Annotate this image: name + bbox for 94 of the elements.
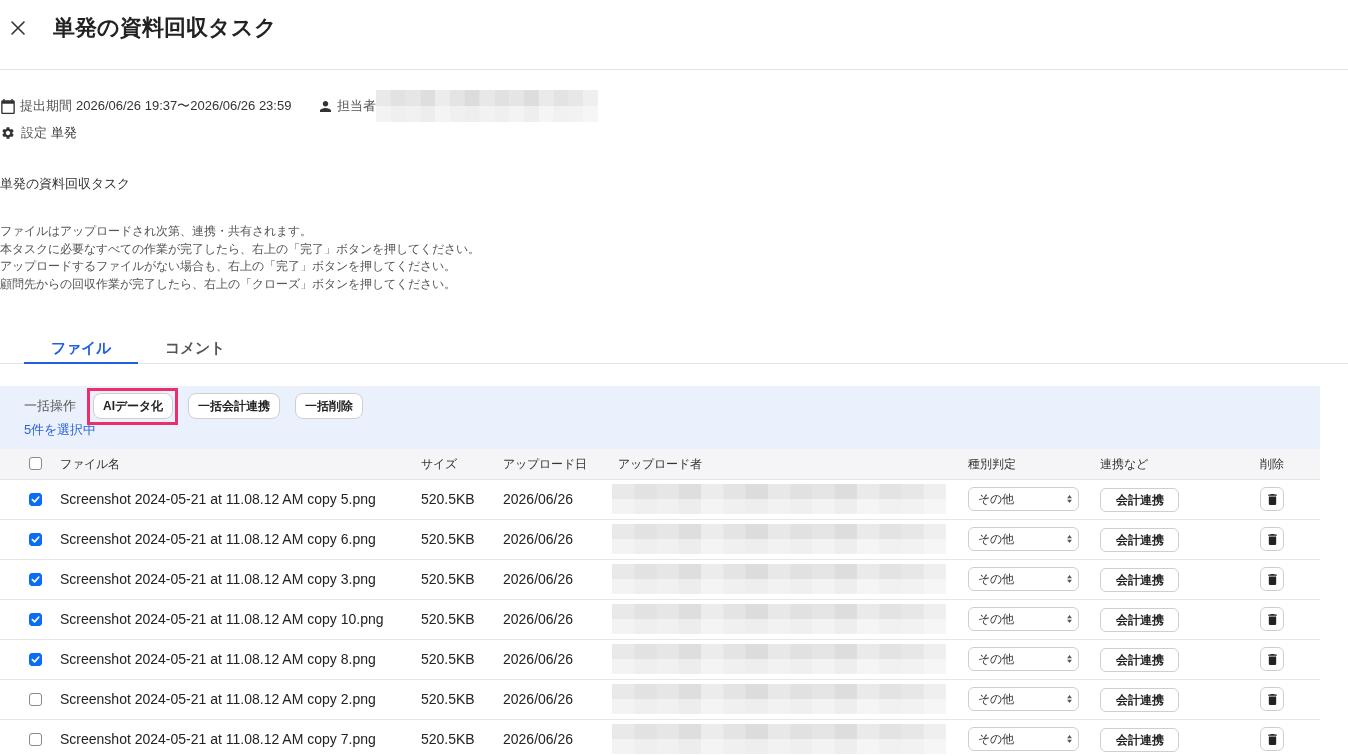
delete-button[interactable]: [1260, 567, 1284, 592]
trash-icon: [1267, 693, 1277, 705]
assignee-label: 担当者: [337, 97, 377, 116]
note-line: 顧問先からの回収作業が完了したら、右上の「クローズ」ボタンを押してください。: [0, 276, 456, 294]
delete-button[interactable]: [1260, 487, 1284, 512]
select-arrows-icon: [1067, 575, 1072, 584]
row-checkbox[interactable]: [29, 732, 42, 746]
delete-button[interactable]: [1260, 647, 1284, 672]
file-name: Screenshot 2024-05-21 at 11.08.12 AM copy 8.png: [60, 649, 376, 669]
setting-label: 設定: [21, 124, 47, 143]
kind-select[interactable]: その他: [968, 687, 1079, 712]
person-icon: [320, 100, 332, 112]
select-arrows-icon: [1067, 695, 1072, 704]
kind-select[interactable]: その他: [968, 607, 1079, 632]
delete-button[interactable]: [1260, 607, 1284, 632]
select-arrows-icon: [1067, 735, 1072, 744]
upload-date: 2026/06/26: [503, 569, 574, 589]
file-name: Screenshot 2024-05-21 at 11.08.12 AM copy 2.png: [60, 689, 376, 709]
trash-icon: [1267, 733, 1277, 745]
file-size: 520.5KB: [421, 729, 475, 749]
column-header: 連携など: [1100, 455, 1148, 473]
accounting-link-button[interactable]: 会計連携: [1100, 727, 1179, 752]
column-header: サイズ: [421, 455, 457, 473]
accounting-link-button[interactable]: 会計連携: [1100, 687, 1179, 712]
kind-select[interactable]: その他: [968, 727, 1079, 752]
upload-date: 2026/06/26: [503, 649, 574, 669]
row-checkbox[interactable]: [29, 652, 42, 666]
calendar-icon: [1, 98, 15, 114]
page-title: 単発の資料回収タスク: [53, 14, 277, 42]
kind-select[interactable]: その他: [968, 647, 1079, 672]
column-header: 削除: [1260, 455, 1284, 473]
bulk-action-button[interactable]: 一括削除: [295, 392, 363, 419]
row-checkbox[interactable]: [29, 572, 42, 586]
file-name: Screenshot 2024-05-21 at 11.08.12 AM copy 7.png: [60, 729, 376, 749]
file-name: Screenshot 2024-05-21 at 11.08.12 AM copy 10.png: [60, 609, 384, 629]
period-label: 提出期間: [20, 97, 72, 116]
trash-icon: [1267, 653, 1277, 665]
note-line: ファイルはアップロードされ次第、連携・共有されます。: [0, 223, 312, 240]
tab[interactable]: ファイル: [24, 323, 138, 364]
delete-button[interactable]: [1260, 727, 1284, 752]
row-checkbox[interactable]: [29, 532, 42, 546]
select-arrows-icon: [1067, 615, 1072, 624]
upload-date: 2026/06/26: [503, 529, 574, 549]
trash-icon: [1267, 613, 1277, 625]
file-name: Screenshot 2024-05-21 at 11.08.12 AM copy 3.png: [60, 569, 376, 589]
column-header: 種別判定: [968, 455, 1016, 473]
select-arrows-icon: [1067, 655, 1072, 664]
row-checkbox[interactable]: [29, 492, 42, 506]
file-size: 520.5KB: [421, 689, 475, 709]
kind-select[interactable]: その他: [968, 487, 1079, 512]
note-line: アップロードするファイルがない場合も、右上の「完了」ボタンを押してください。: [0, 258, 456, 276]
file-name: Screenshot 2024-05-21 at 11.08.12 AM copy 6.png: [60, 529, 376, 549]
tab[interactable]: コメント: [138, 323, 252, 364]
accounting-link-button[interactable]: 会計連携: [1100, 567, 1179, 592]
kind-select[interactable]: その他: [968, 527, 1079, 552]
task-description: 単発の資料回収タスク: [0, 175, 130, 193]
accounting-link-button[interactable]: 会計連携: [1100, 607, 1179, 632]
accounting-link-button[interactable]: 会計連携: [1100, 647, 1179, 672]
file-size: 520.5KB: [421, 609, 475, 629]
column-header: アップロード者: [618, 455, 702, 473]
select-all-checkbox[interactable]: [29, 457, 42, 471]
period-value: 2026/06/26 19:37〜2026/06/26 23:59: [76, 97, 292, 116]
bulk-action-button[interactable]: AIデータ化: [93, 392, 173, 419]
upload-date: 2026/06/26: [503, 729, 574, 749]
upload-date: 2026/06/26: [503, 689, 574, 709]
select-arrows-icon: [1067, 495, 1072, 504]
column-header: アップロード日: [503, 455, 587, 473]
file-size: 520.5KB: [421, 569, 475, 589]
close-button[interactable]: [9, 19, 27, 37]
note-line: 本タスクに必要なすべての作業が完了したら、右上の「完了」ボタンを押してください。: [0, 240, 480, 258]
column-header: ファイル名: [60, 455, 120, 473]
gear-icon: [2, 127, 14, 139]
file-size: 520.5KB: [421, 489, 475, 509]
delete-button[interactable]: [1260, 687, 1284, 712]
bulk-action-button[interactable]: 一括会計連携: [188, 392, 280, 419]
bulk-action-label: 一括操作: [24, 397, 76, 416]
trash-icon: [1267, 533, 1277, 545]
trash-icon: [1267, 493, 1277, 505]
file-size: 520.5KB: [421, 649, 475, 669]
select-arrows-icon: [1067, 535, 1072, 544]
row-checkbox[interactable]: [29, 612, 42, 626]
trash-icon: [1267, 573, 1277, 585]
upload-date: 2026/06/26: [503, 489, 574, 509]
file-size: 520.5KB: [421, 529, 475, 549]
row-checkbox[interactable]: [29, 692, 42, 706]
setting-value: 単発: [51, 124, 77, 143]
accounting-link-button[interactable]: 会計連携: [1100, 487, 1179, 512]
upload-date: 2026/06/26: [503, 609, 574, 629]
kind-select[interactable]: その他: [968, 567, 1079, 592]
close-icon: [10, 20, 26, 36]
file-name: Screenshot 2024-05-21 at 11.08.12 AM copy 5.png: [60, 489, 376, 509]
delete-button[interactable]: [1260, 527, 1284, 552]
accounting-link-button[interactable]: 会計連携: [1100, 527, 1179, 552]
selection-count: 5件を選択中: [24, 421, 97, 438]
